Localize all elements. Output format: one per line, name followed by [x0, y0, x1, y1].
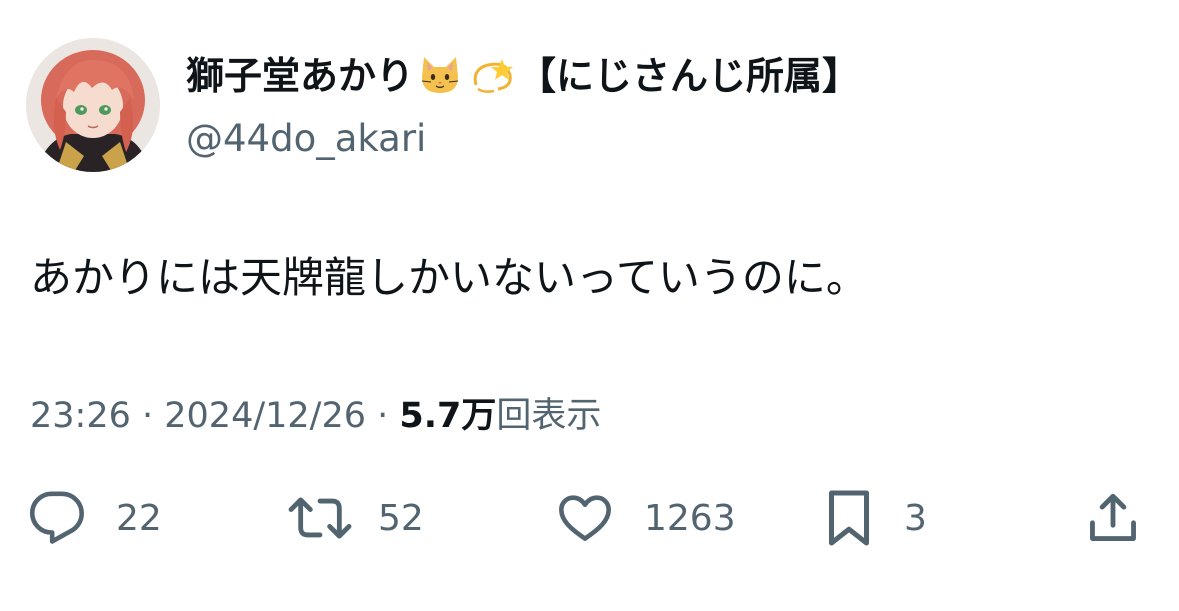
- tweet-card: 獅子堂あかり 【にじさんじ所属】 @44do_akari あかりには天牌龍しかい…: [0, 0, 1179, 611]
- bookmark-count: 3: [904, 497, 927, 539]
- reply-icon: [29, 491, 84, 544]
- heart-icon: [559, 495, 611, 541]
- bookmark-button[interactable]: 3: [824, 488, 927, 548]
- display-name[interactable]: 獅子堂あかり 【にじさんじ所属】: [186, 50, 860, 108]
- display-name-text: 獅子堂あかり: [186, 54, 415, 98]
- share-icon: [1090, 493, 1136, 541]
- views-label: 回表示: [496, 396, 602, 436]
- affiliation-text: 【にじさんじ所属】: [518, 54, 861, 98]
- share-button[interactable]: [1084, 488, 1142, 548]
- bookmark-icon: [829, 490, 869, 546]
- avatar-image: [26, 38, 160, 172]
- cat-face-emoji-icon: [418, 55, 462, 108]
- tweet-time[interactable]: 23:26: [30, 396, 131, 436]
- meta-separator: ·: [130, 396, 165, 436]
- dizzy-emoji-icon: [470, 55, 514, 108]
- like-count: 1263: [644, 497, 736, 539]
- views-count[interactable]: 5.7万: [399, 396, 496, 436]
- avatar[interactable]: [26, 38, 160, 172]
- like-button[interactable]: 1263: [556, 488, 736, 548]
- action-bar: 22 52 1263 3: [0, 488, 1179, 548]
- tweet-text: あかりには天牌龍しかいないっていうのに。: [30, 253, 868, 302]
- retweet-count: 52: [378, 497, 424, 539]
- tweet-meta: 23:26 · 2024/12/26 · 5.7万回表示: [30, 393, 601, 439]
- retweet-icon: [288, 497, 352, 539]
- retweet-button[interactable]: 52: [288, 488, 424, 548]
- tweet-date[interactable]: 2024/12/26: [164, 396, 366, 436]
- reply-button[interactable]: 22: [28, 488, 162, 548]
- author-block: 獅子堂あかり 【にじさんじ所属】 @44do_akari: [186, 50, 860, 164]
- meta-separator: ·: [366, 396, 400, 436]
- user-handle[interactable]: @44do_akari: [186, 114, 860, 164]
- reply-count: 22: [116, 497, 162, 539]
